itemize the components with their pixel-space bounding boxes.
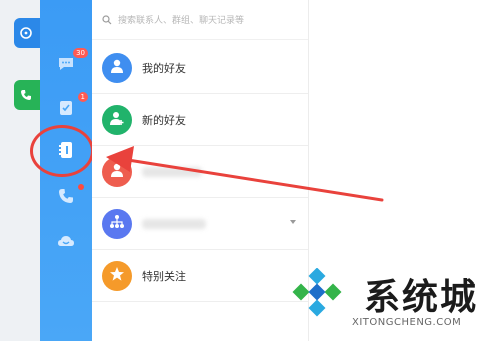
- chat-app-icon: [20, 24, 32, 43]
- calls-unread-dot: [78, 184, 84, 190]
- chevron-down-icon[interactable]: [290, 220, 296, 224]
- avatar: [102, 260, 132, 291]
- list-item-blurred-2[interactable]: [92, 198, 308, 250]
- rail-cloud[interactable]: [54, 230, 78, 254]
- search-bar[interactable]: 搜索联系人、群组、聊天记录等: [92, 0, 308, 40]
- desktop-app-shortcut[interactable]: [14, 18, 40, 48]
- list-item-new-friends[interactable]: 新的好友: [92, 94, 308, 146]
- list-item-label: 特别关注: [142, 269, 186, 283]
- rail-calls[interactable]: [54, 184, 84, 210]
- blurred-label: [142, 218, 206, 229]
- search-input[interactable]: 搜索联系人、群组、聊天记录等: [118, 13, 244, 26]
- desktop-phone-shortcut[interactable]: [14, 80, 40, 110]
- todo-badge: 1: [77, 92, 88, 102]
- rail-messages[interactable]: 30: [54, 48, 88, 78]
- watermark-logo-icon: [289, 267, 345, 324]
- message-icon: [57, 56, 75, 76]
- person-icon: [109, 58, 125, 78]
- todo-icon: [58, 99, 74, 121]
- call-icon: [58, 188, 74, 208]
- person-icon: [109, 162, 125, 182]
- avatar: [102, 156, 132, 187]
- messages-badge: 30: [73, 48, 88, 58]
- blurred-label: [142, 166, 202, 177]
- star-icon: [109, 266, 125, 286]
- list-item-blurred-1[interactable]: [92, 146, 308, 198]
- avatar: [102, 104, 132, 135]
- list-item-my-friends[interactable]: 我的好友: [92, 42, 308, 94]
- rail-todo[interactable]: 1: [54, 92, 88, 122]
- list-item-label: 新的好友: [142, 113, 186, 127]
- org-chart-icon: [109, 214, 125, 234]
- person-add-icon: [109, 110, 125, 130]
- highlight-circle: [30, 125, 94, 177]
- desktop-strip: [0, 0, 40, 341]
- watermark-domain: XITONGCHENG.COM: [352, 317, 462, 328]
- watermark-name: 系统城: [364, 277, 479, 318]
- list-item-label: 我的好友: [142, 61, 186, 75]
- avatar: [102, 52, 132, 83]
- list-item-special-follow[interactable]: 特别关注: [92, 250, 308, 302]
- cloud-icon: [57, 233, 75, 252]
- search-icon: [102, 10, 112, 29]
- phone-icon: [20, 86, 32, 105]
- contacts-pane: 搜索联系人、群组、聊天记录等 我的好友 新的好友 特别关注: [92, 0, 309, 341]
- avatar: [102, 208, 132, 239]
